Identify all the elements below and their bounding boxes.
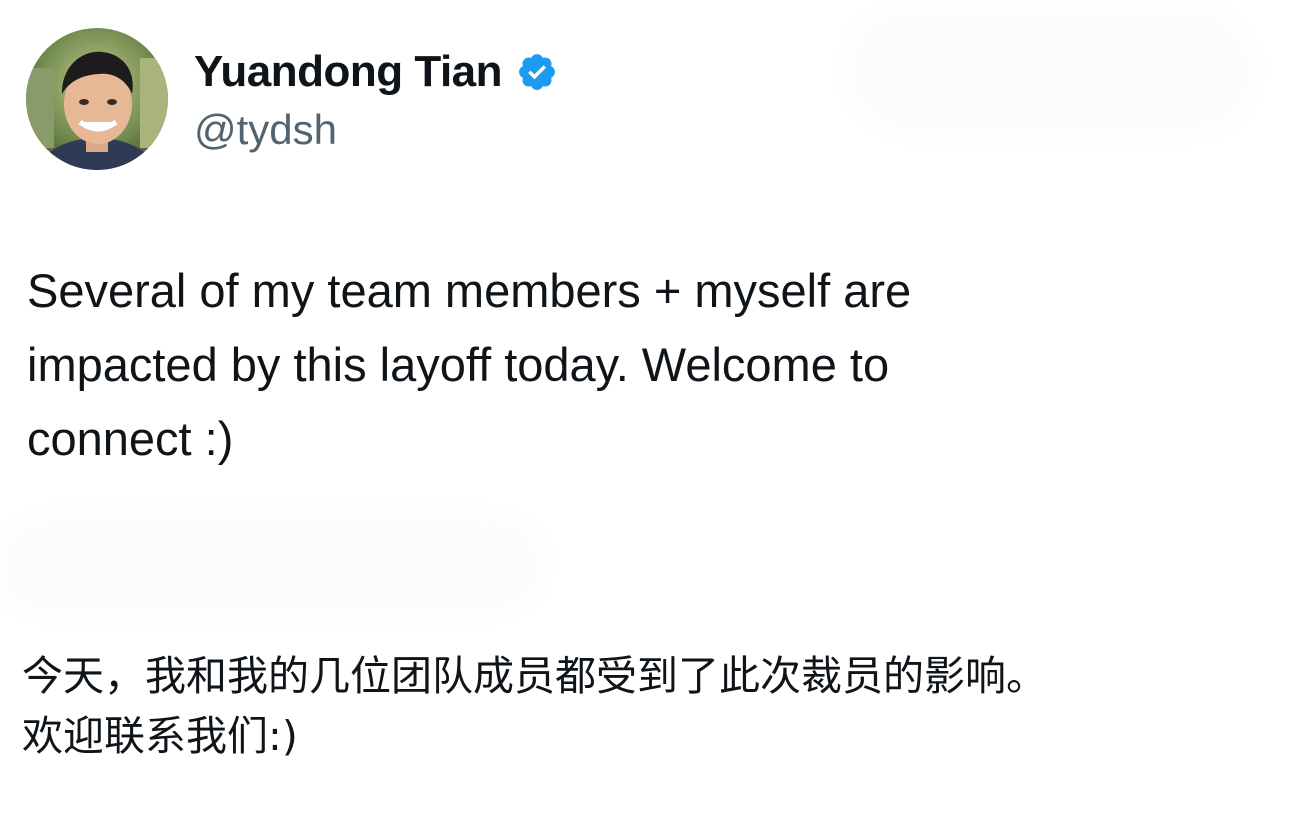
user-handle[interactable]: @tydsh (194, 106, 558, 154)
avatar[interactable] (26, 28, 168, 170)
display-name[interactable]: Yuandong Tian (194, 47, 503, 97)
author-names: Yuandong Tian @tydsh (194, 44, 558, 154)
blurred-region (850, 10, 1250, 130)
tweet-text-chinese: 今天，我和我的几位团队成员都受到了此次裁员的影响。 欢迎联系我们:) (22, 652, 1047, 760)
avatar-photo-icon (26, 28, 168, 170)
tweet-author-header: Yuandong Tian @tydsh (26, 28, 558, 170)
blurred-region (0, 520, 540, 610)
verified-badge-icon (516, 51, 558, 93)
name-row: Yuandong Tian (194, 44, 558, 100)
tweet-text-english: Several of my team members + myself are … (27, 264, 912, 465)
